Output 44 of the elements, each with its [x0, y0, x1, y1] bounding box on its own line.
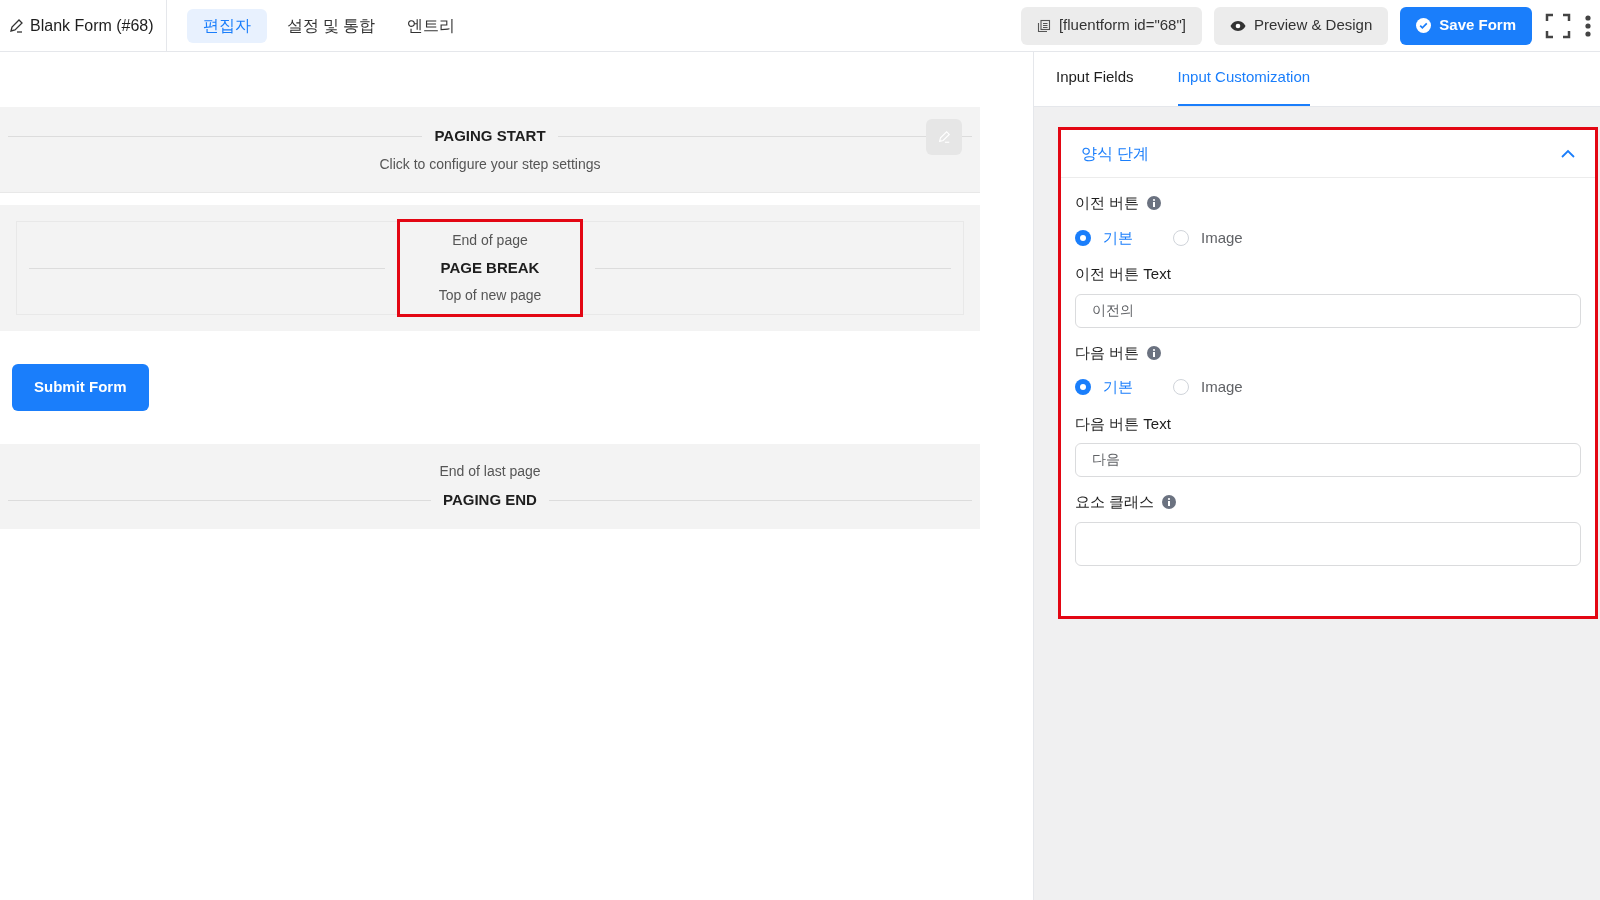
- eye-icon: [1229, 19, 1246, 32]
- block-caption: Top of new page: [438, 286, 542, 306]
- radio-option[interactable]: 기본: [1075, 226, 1133, 249]
- pencil-icon: [8, 17, 24, 34]
- block-subtitle: Click to configure your step settings: [379, 155, 601, 174]
- info-icon: [1147, 345, 1162, 360]
- textarea-field[interactable]: [1075, 521, 1581, 566]
- nav-tab[interactable]: 설정 및 통합: [274, 8, 388, 43]
- copy-icon: [1036, 18, 1051, 33]
- block-title: PAGING START: [434, 127, 546, 144]
- radio-option[interactable]: Image: [1173, 226, 1243, 249]
- shortcode-button[interactable]: [fluentform id="68"]: [1020, 6, 1202, 45]
- save-button[interactable]: Save Form: [1400, 6, 1532, 45]
- pencil-icon: [937, 130, 951, 144]
- check-circle-icon: [1416, 18, 1432, 33]
- field-label: 이전 버튼 Text: [1075, 264, 1172, 284]
- panel-tab[interactable]: Input Fields: [1056, 65, 1134, 106]
- form-title: Blank Form (#68): [30, 15, 154, 36]
- section-title: 양식 단계: [1081, 143, 1150, 164]
- field-label: 다음 버튼 Text: [1075, 413, 1172, 434]
- panel-tab[interactable]: Input Customization: [1177, 65, 1311, 106]
- block-caption: End of last page: [439, 462, 541, 481]
- field-label: 다음 버튼: [1075, 342, 1140, 363]
- field-label: 이전 버튼: [1075, 193, 1140, 213]
- field-label: 요소 클래스: [1075, 492, 1155, 512]
- preview-button[interactable]: Preview & Design: [1213, 6, 1389, 45]
- block-title: PAGE BREAK: [440, 257, 540, 278]
- block-caption: End of page: [452, 230, 528, 250]
- more-menu-icon[interactable]: [1584, 13, 1592, 38]
- radio-option[interactable]: 기본: [1075, 376, 1133, 399]
- paging-end-block[interactable]: End of last page PAGING END: [0, 444, 980, 529]
- fullscreen-button[interactable]: [1544, 11, 1572, 40]
- info-icon: [1147, 196, 1162, 211]
- info-icon: [1162, 495, 1177, 510]
- chevron-icon[interactable]: [1561, 149, 1575, 158]
- page-break-block[interactable]: End of page PAGE BREAK Top of new page: [0, 205, 980, 331]
- block-title: PAGING END: [443, 491, 537, 508]
- paging-start-block[interactable]: PAGING START Click to configure your step settings: [0, 107, 980, 193]
- nav-tab[interactable]: 엔트리: [395, 8, 468, 43]
- nav-tab[interactable]: 편집자: [186, 8, 267, 43]
- submit-button[interactable]: Submit Form: [12, 364, 149, 411]
- radio-option[interactable]: Image: [1173, 376, 1243, 399]
- input-field[interactable]: 다음: [1075, 443, 1581, 477]
- input-field[interactable]: 이전의: [1075, 293, 1581, 328]
